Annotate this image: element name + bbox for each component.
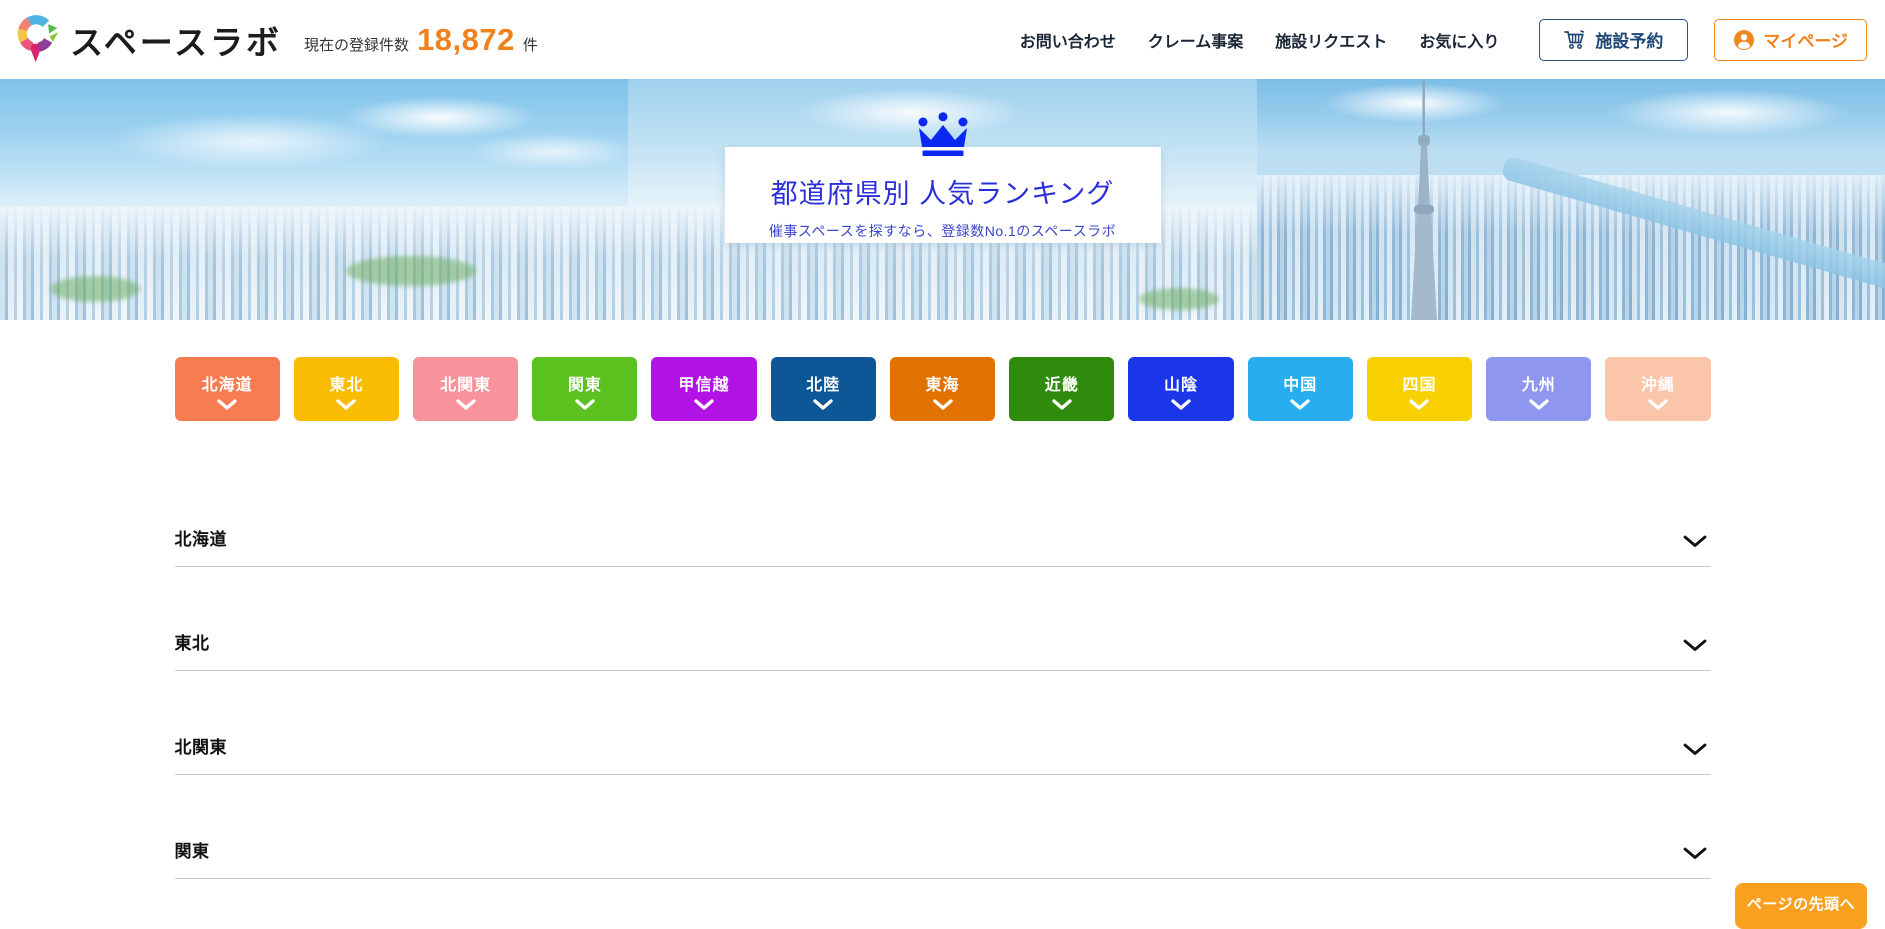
accordion-label: 関東 — [174, 842, 210, 861]
facility-reserve-button[interactable]: 施設予約 — [1539, 18, 1689, 61]
site-logo-text: スペースラボ — [70, 23, 283, 61]
chevron-down-icon — [1683, 639, 1706, 651]
region-button-label: 中国 — [1283, 377, 1318, 394]
region-button-okinawa[interactable]: 沖縄 — [1605, 357, 1711, 421]
region-button-sanin[interactable]: 山陰 — [1128, 357, 1234, 421]
cart-icon — [1564, 29, 1585, 49]
registration-count-label: 現在の登録件数 — [304, 36, 410, 54]
region-button-shikoku[interactable]: 四国 — [1366, 357, 1473, 421]
chevron-down-icon — [336, 399, 357, 410]
page-subtitle: 催事スペースを探すなら、登録数No.1のスペースラボ — [768, 223, 1117, 239]
spacelab-pin-logo-icon — [17, 14, 59, 62]
accordion-kanto[interactable]: 関東 — [174, 775, 1711, 879]
back-to-top-button[interactable]: ページの先頭へ — [1735, 883, 1867, 929]
region-button-hokkaido[interactable]: 北海道 — [174, 357, 280, 421]
region-button-tohoku[interactable]: 東北 — [293, 357, 399, 421]
registration-count: 現在の登録件数 18,872 件 — [304, 22, 538, 58]
accordion-label: 北海道 — [174, 530, 227, 549]
region-button-label: 近畿 — [1044, 377, 1079, 394]
region-button-label: 関東 — [567, 377, 602, 394]
nav-facility-request[interactable]: 施設リクエスト — [1275, 28, 1387, 52]
header-nav: お問い合わせ クレーム事案 施設リクエスト お気に入り — [1020, 28, 1500, 52]
region-button-kanto[interactable]: 関東 — [532, 357, 638, 421]
crown-icon — [918, 112, 967, 156]
registration-count-value: 18,872 — [417, 21, 515, 57]
chevron-down-icon — [217, 399, 237, 410]
header-buttons: 施設予約 マイページ — [1539, 18, 1867, 61]
region-button-tokai[interactable]: 東海 — [889, 357, 996, 421]
chevron-down-icon — [1052, 399, 1072, 410]
region-button-koshinetsu[interactable]: 甲信越 — [651, 357, 757, 421]
nav-claims[interactable]: クレーム事案 — [1148, 28, 1244, 52]
region-button-label: 甲信越 — [678, 377, 730, 394]
chevron-down-icon — [1648, 399, 1668, 410]
region-button-label: 北関東 — [440, 377, 492, 394]
nav-contact[interactable]: お問い合わせ — [1020, 28, 1116, 52]
hero-image-right — [1256, 79, 1885, 320]
chevron-down-icon — [455, 399, 476, 410]
chevron-down-icon — [1171, 399, 1191, 410]
chevron-down-icon — [1290, 399, 1310, 410]
mypage-label: マイページ — [1763, 32, 1848, 51]
chevron-down-icon — [1683, 847, 1706, 859]
chevron-down-icon — [575, 399, 595, 410]
region-button-label: 九州 — [1521, 377, 1556, 394]
hero-banner: 都道府県別 人気ランキング 催事スペースを探すなら、登録数No.1のスペースラボ — [0, 79, 1885, 320]
hero-image-left — [0, 79, 629, 320]
region-button-hokuriku[interactable]: 北陸 — [770, 357, 876, 421]
chevron-down-icon — [694, 399, 714, 410]
registration-count-unit: 件 — [522, 36, 538, 54]
skytree-silhouette — [1411, 79, 1438, 320]
chevron-down-icon — [1683, 743, 1706, 755]
accordion-label: 東北 — [174, 634, 210, 653]
chevron-down-icon — [813, 399, 833, 410]
hero-title-box: 都道府県別 人気ランキング 催事スペースを探すなら、登録数No.1のスペースラボ — [724, 147, 1161, 243]
region-button-label: 東海 — [925, 377, 960, 394]
mypage-button[interactable]: マイページ — [1714, 18, 1867, 61]
region-button-label: 北海道 — [201, 377, 253, 394]
prefecture-accordion-list: 北海道 東北 北関東 関東 — [174, 491, 1711, 879]
accordion-kitakanto[interactable]: 北関東 — [174, 671, 1711, 775]
chevron-down-icon — [932, 399, 953, 410]
region-button-label: 東北 — [329, 377, 364, 394]
region-button-chugoku[interactable]: 中国 — [1247, 357, 1353, 421]
accordion-tohoku[interactable]: 東北 — [174, 567, 1711, 671]
user-icon — [1734, 29, 1755, 50]
page-title: 都道府県別 人気ランキング — [770, 179, 1115, 209]
accordion-hokkaido[interactable]: 北海道 — [174, 491, 1711, 567]
header: スペースラボ 現在の登録件数 18,872 件 お問い合わせ クレーム事案 施設… — [0, 0, 1885, 79]
region-button-label: 山陰 — [1163, 377, 1198, 394]
facility-reserve-label: 施設予約 — [1595, 32, 1664, 51]
chevron-down-icon — [1683, 535, 1706, 547]
nav-favorites[interactable]: お気に入り — [1419, 28, 1499, 52]
region-button-kinki[interactable]: 近畿 — [1009, 357, 1115, 421]
cityscape — [0, 206, 629, 320]
region-button-label: 沖縄 — [1640, 377, 1675, 394]
region-button-row: 北海道 東北 北関東 関東 甲信越 北陸 東海 近畿 山陰 中国 四国 九州 沖… — [174, 357, 1711, 421]
region-button-kyushu[interactable]: 九州 — [1486, 357, 1592, 421]
region-button-kitakanto[interactable]: 北関東 — [412, 357, 519, 421]
accordion-label: 北関東 — [174, 738, 227, 757]
chevron-down-icon — [1409, 399, 1430, 410]
region-button-label: 北陸 — [806, 377, 841, 394]
chevron-down-icon — [1528, 399, 1549, 410]
site-logo[interactable]: スペースラボ — [14, 13, 282, 67]
region-button-label: 四国 — [1402, 377, 1437, 394]
